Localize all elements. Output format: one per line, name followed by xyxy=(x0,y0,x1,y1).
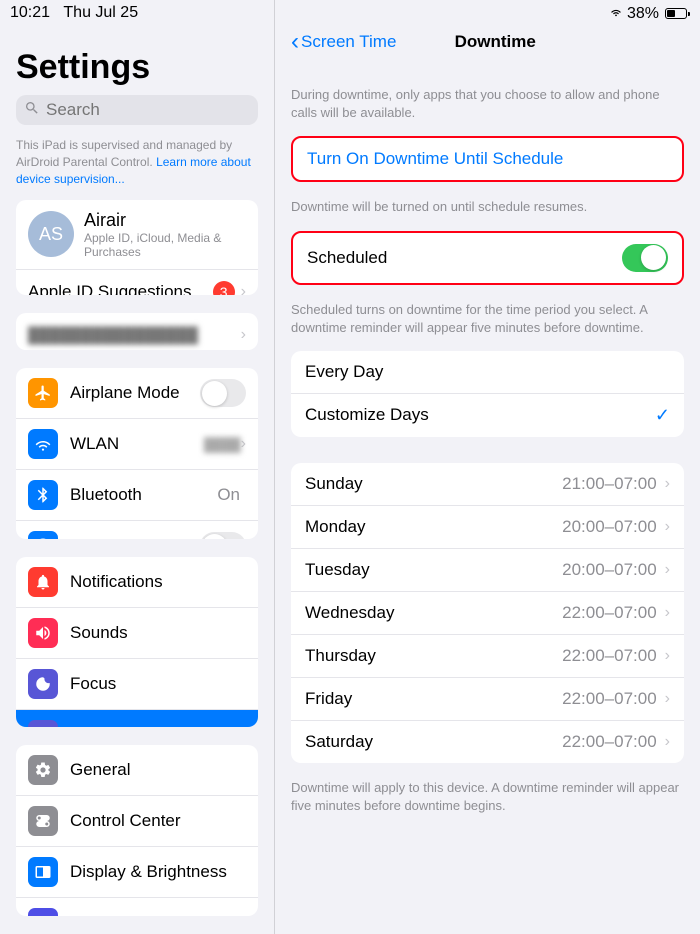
profile-sub: Apple ID, iCloud, Media & Purchases xyxy=(84,231,246,259)
day-row[interactable]: Saturday22:00–07:00› xyxy=(291,721,684,763)
apple-id-profile[interactable]: AS Airair Apple ID, iCloud, Media & Purc… xyxy=(16,200,258,270)
airplane-toggle[interactable] xyxy=(200,379,246,407)
general-row[interactable]: General xyxy=(16,745,258,796)
statusbar-right: 38% xyxy=(609,4,690,23)
airplane-mode-row[interactable]: Airplane Mode xyxy=(16,368,258,419)
chevron-right-icon: › xyxy=(665,561,670,579)
globe-icon xyxy=(28,531,58,539)
home-screen-row[interactable]: Home Screen & xyxy=(16,898,258,916)
bell-icon xyxy=(28,567,58,597)
chevron-right-icon: › xyxy=(665,518,670,536)
search-field[interactable] xyxy=(16,95,258,125)
every-day-row[interactable]: Every Day xyxy=(291,351,684,394)
supervision-text: This iPad is supervised and managed by A… xyxy=(0,137,274,199)
turn-on-button[interactable]: Turn On Downtime Until Schedule xyxy=(293,138,682,180)
search-icon xyxy=(24,100,40,121)
wlan-row[interactable]: WLAN ████ › xyxy=(16,419,258,470)
notifications-row[interactable]: Notifications xyxy=(16,557,258,608)
day-row[interactable]: Wednesday22:00–07:00› xyxy=(291,592,684,635)
scheduled-row[interactable]: Scheduled xyxy=(293,233,682,283)
settings-sidebar: Settings This iPad is supervised and man… xyxy=(0,0,275,934)
display-icon xyxy=(28,857,58,887)
hourglass-icon xyxy=(28,720,58,728)
apple-id-suggestions[interactable]: Apple ID Suggestions 3 › xyxy=(16,270,258,296)
footer-note: Downtime will apply to this device. A do… xyxy=(275,771,700,829)
gear-icon xyxy=(28,755,58,785)
vpn-row[interactable]: VPN xyxy=(16,521,258,539)
day-row[interactable]: Tuesday20:00–07:00› xyxy=(291,549,684,592)
blurred-row[interactable]: ████████████████ › xyxy=(16,313,258,350)
chevron-right-icon: › xyxy=(665,647,670,665)
chevron-right-icon: › xyxy=(241,326,246,344)
turn-on-note: Downtime will be turned on until schedul… xyxy=(275,190,700,230)
chevron-right-icon: › xyxy=(241,435,246,453)
focus-row[interactable]: Focus xyxy=(16,659,258,710)
day-row[interactable]: Friday22:00–07:00› xyxy=(291,678,684,721)
vpn-toggle[interactable] xyxy=(200,532,246,539)
scheduled-note: Scheduled turns on downtime for the time… xyxy=(275,293,700,351)
day-row[interactable]: Sunday21:00–07:00› xyxy=(291,463,684,506)
sounds-row[interactable]: Sounds xyxy=(16,608,258,659)
statusbar-time: 10:21 Thu Jul 25 xyxy=(10,4,138,22)
moon-icon xyxy=(28,669,58,699)
bluetooth-row[interactable]: Bluetooth On xyxy=(16,470,258,521)
control-center-row[interactable]: Control Center xyxy=(16,796,258,847)
wifi-icon xyxy=(609,4,623,23)
chevron-left-icon: ‹ xyxy=(291,28,299,56)
suggestions-badge: 3 xyxy=(213,281,235,296)
chevron-right-icon: › xyxy=(665,733,670,751)
battery-icon xyxy=(663,8,690,19)
chevron-right-icon: › xyxy=(241,283,246,296)
customize-days-row[interactable]: Customize Days ✓ xyxy=(291,394,684,437)
detail-pane: ‹ Screen Time Downtime During downtime, … xyxy=(275,0,700,934)
speaker-icon xyxy=(28,618,58,648)
day-row[interactable]: Thursday22:00–07:00› xyxy=(291,635,684,678)
chevron-right-icon: › xyxy=(665,690,670,708)
grid-icon xyxy=(28,908,58,916)
chevron-right-icon: › xyxy=(665,475,670,493)
check-icon: ✓ xyxy=(655,405,670,426)
intro-text: During downtime, only apps that you choo… xyxy=(275,66,700,136)
airplane-icon xyxy=(28,378,58,408)
search-input[interactable] xyxy=(46,100,267,120)
bluetooth-icon xyxy=(28,480,58,510)
page-title: Downtime xyxy=(396,32,684,52)
scheduled-toggle[interactable] xyxy=(622,244,668,272)
back-button[interactable]: ‹ Screen Time xyxy=(291,28,396,56)
avatar: AS xyxy=(28,211,74,257)
switches-icon xyxy=(28,806,58,836)
wifi-icon xyxy=(28,429,58,459)
display-row[interactable]: Display & Brightness xyxy=(16,847,258,898)
profile-name: Airair xyxy=(84,210,246,231)
day-row[interactable]: Monday20:00–07:00› xyxy=(291,506,684,549)
chevron-right-icon: › xyxy=(665,604,670,622)
screen-time-row[interactable]: Screen Time xyxy=(16,710,258,728)
